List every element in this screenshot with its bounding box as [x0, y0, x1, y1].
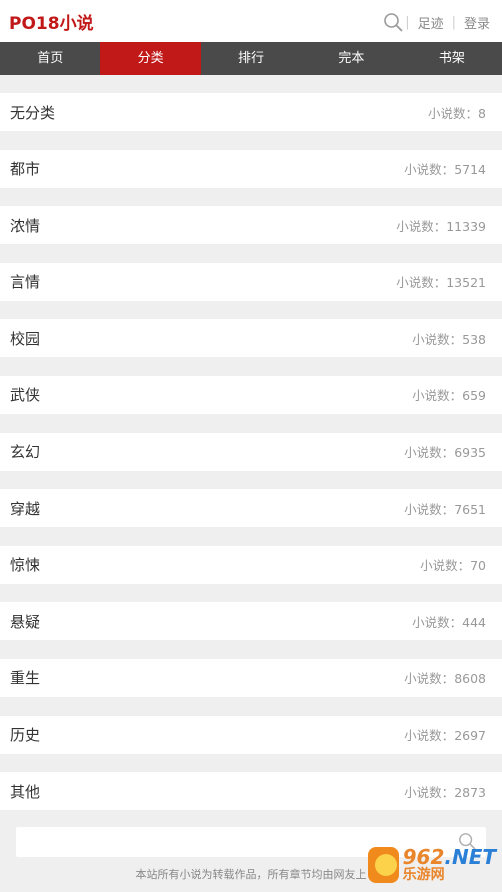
category-row[interactable]: 历史 小说数：2697 [0, 715, 502, 754]
category-name: 惊悚 [10, 556, 41, 575]
category-row[interactable]: 校园 小说数：538 [0, 319, 502, 358]
watermark-text: 962.NET 乐游网 [402, 845, 496, 884]
category-count: 小说数：13521 [396, 275, 486, 291]
category-count: 小说数：70 [420, 558, 486, 574]
footprint-link[interactable]: 足迹 [418, 13, 444, 32]
category-row[interactable]: 惊悚 小说数：70 [0, 545, 502, 584]
category-name: 浓情 [10, 216, 41, 235]
category-name: 无分类 [10, 103, 56, 122]
category-name: 都市 [10, 160, 41, 179]
category-count: 小说数：538 [412, 331, 486, 347]
nav-tab-category[interactable]: 分类 [100, 42, 201, 75]
category-count: 小说数：7651 [404, 501, 486, 517]
site-logo[interactable]: PO18小说 [9, 9, 94, 34]
main-nav: 首页 分类 排行 完本 书架 [0, 42, 502, 75]
category-row[interactable]: 悬疑 小说数：444 [0, 602, 502, 641]
category-name: 历史 [10, 726, 41, 745]
watermark-icon [368, 847, 399, 883]
separator: | [451, 15, 456, 30]
category-name: 玄幻 [10, 443, 41, 462]
category-row[interactable]: 都市 小说数：5714 [0, 149, 502, 188]
category-list: 无分类 小说数：8 都市 小说数：5714 浓情 小说数：11339 言情 小说… [0, 93, 502, 811]
category-count: 小说数：6935 [404, 445, 486, 461]
category-count: 小说数：8 [428, 105, 486, 121]
category-row[interactable]: 其他 小说数：2873 [0, 772, 502, 811]
category-name: 其他 [10, 782, 41, 801]
nav-tab-completed[interactable]: 完本 [301, 42, 401, 75]
category-row[interactable]: 无分类 小说数：8 [0, 93, 502, 131]
nav-tab-bookshelf[interactable]: 书架 [402, 42, 502, 75]
header-links: | 足迹 | 登录 [397, 13, 490, 32]
category-count: 小说数：444 [412, 614, 486, 630]
category-name: 武侠 [10, 386, 41, 405]
watermark-logo: 962.NET 乐游网 [368, 842, 496, 888]
category-count: 小说数：11339 [396, 218, 486, 234]
category-row[interactable]: 重生 小说数：8608 [0, 658, 502, 697]
category-name: 重生 [10, 669, 41, 688]
header-bar: PO18小说 | 足迹 | 登录 [0, 0, 502, 42]
category-row[interactable]: 武侠 小说数：659 [0, 375, 502, 414]
category-count: 小说数：5714 [404, 162, 486, 178]
category-name: 悬疑 [10, 612, 41, 631]
category-row[interactable]: 言情 小说数：13521 [0, 262, 502, 301]
nav-tab-home[interactable]: 首页 [0, 42, 100, 75]
category-count: 小说数：8608 [404, 671, 486, 687]
category-row[interactable]: 浓情 小说数：11339 [0, 206, 502, 245]
category-count: 小说数：659 [412, 388, 486, 404]
category-row[interactable]: 玄幻 小说数：6935 [0, 432, 502, 471]
category-row[interactable]: 穿越 小说数：7651 [0, 489, 502, 528]
category-count: 小说数：2697 [404, 728, 486, 744]
login-link[interactable]: 登录 [464, 13, 490, 32]
category-name: 言情 [10, 273, 41, 292]
category-name: 校园 [10, 329, 41, 348]
separator: | [405, 15, 410, 30]
category-count: 小说数：2873 [404, 784, 486, 800]
category-name: 穿越 [10, 499, 41, 518]
nav-tab-ranking[interactable]: 排行 [201, 42, 301, 75]
